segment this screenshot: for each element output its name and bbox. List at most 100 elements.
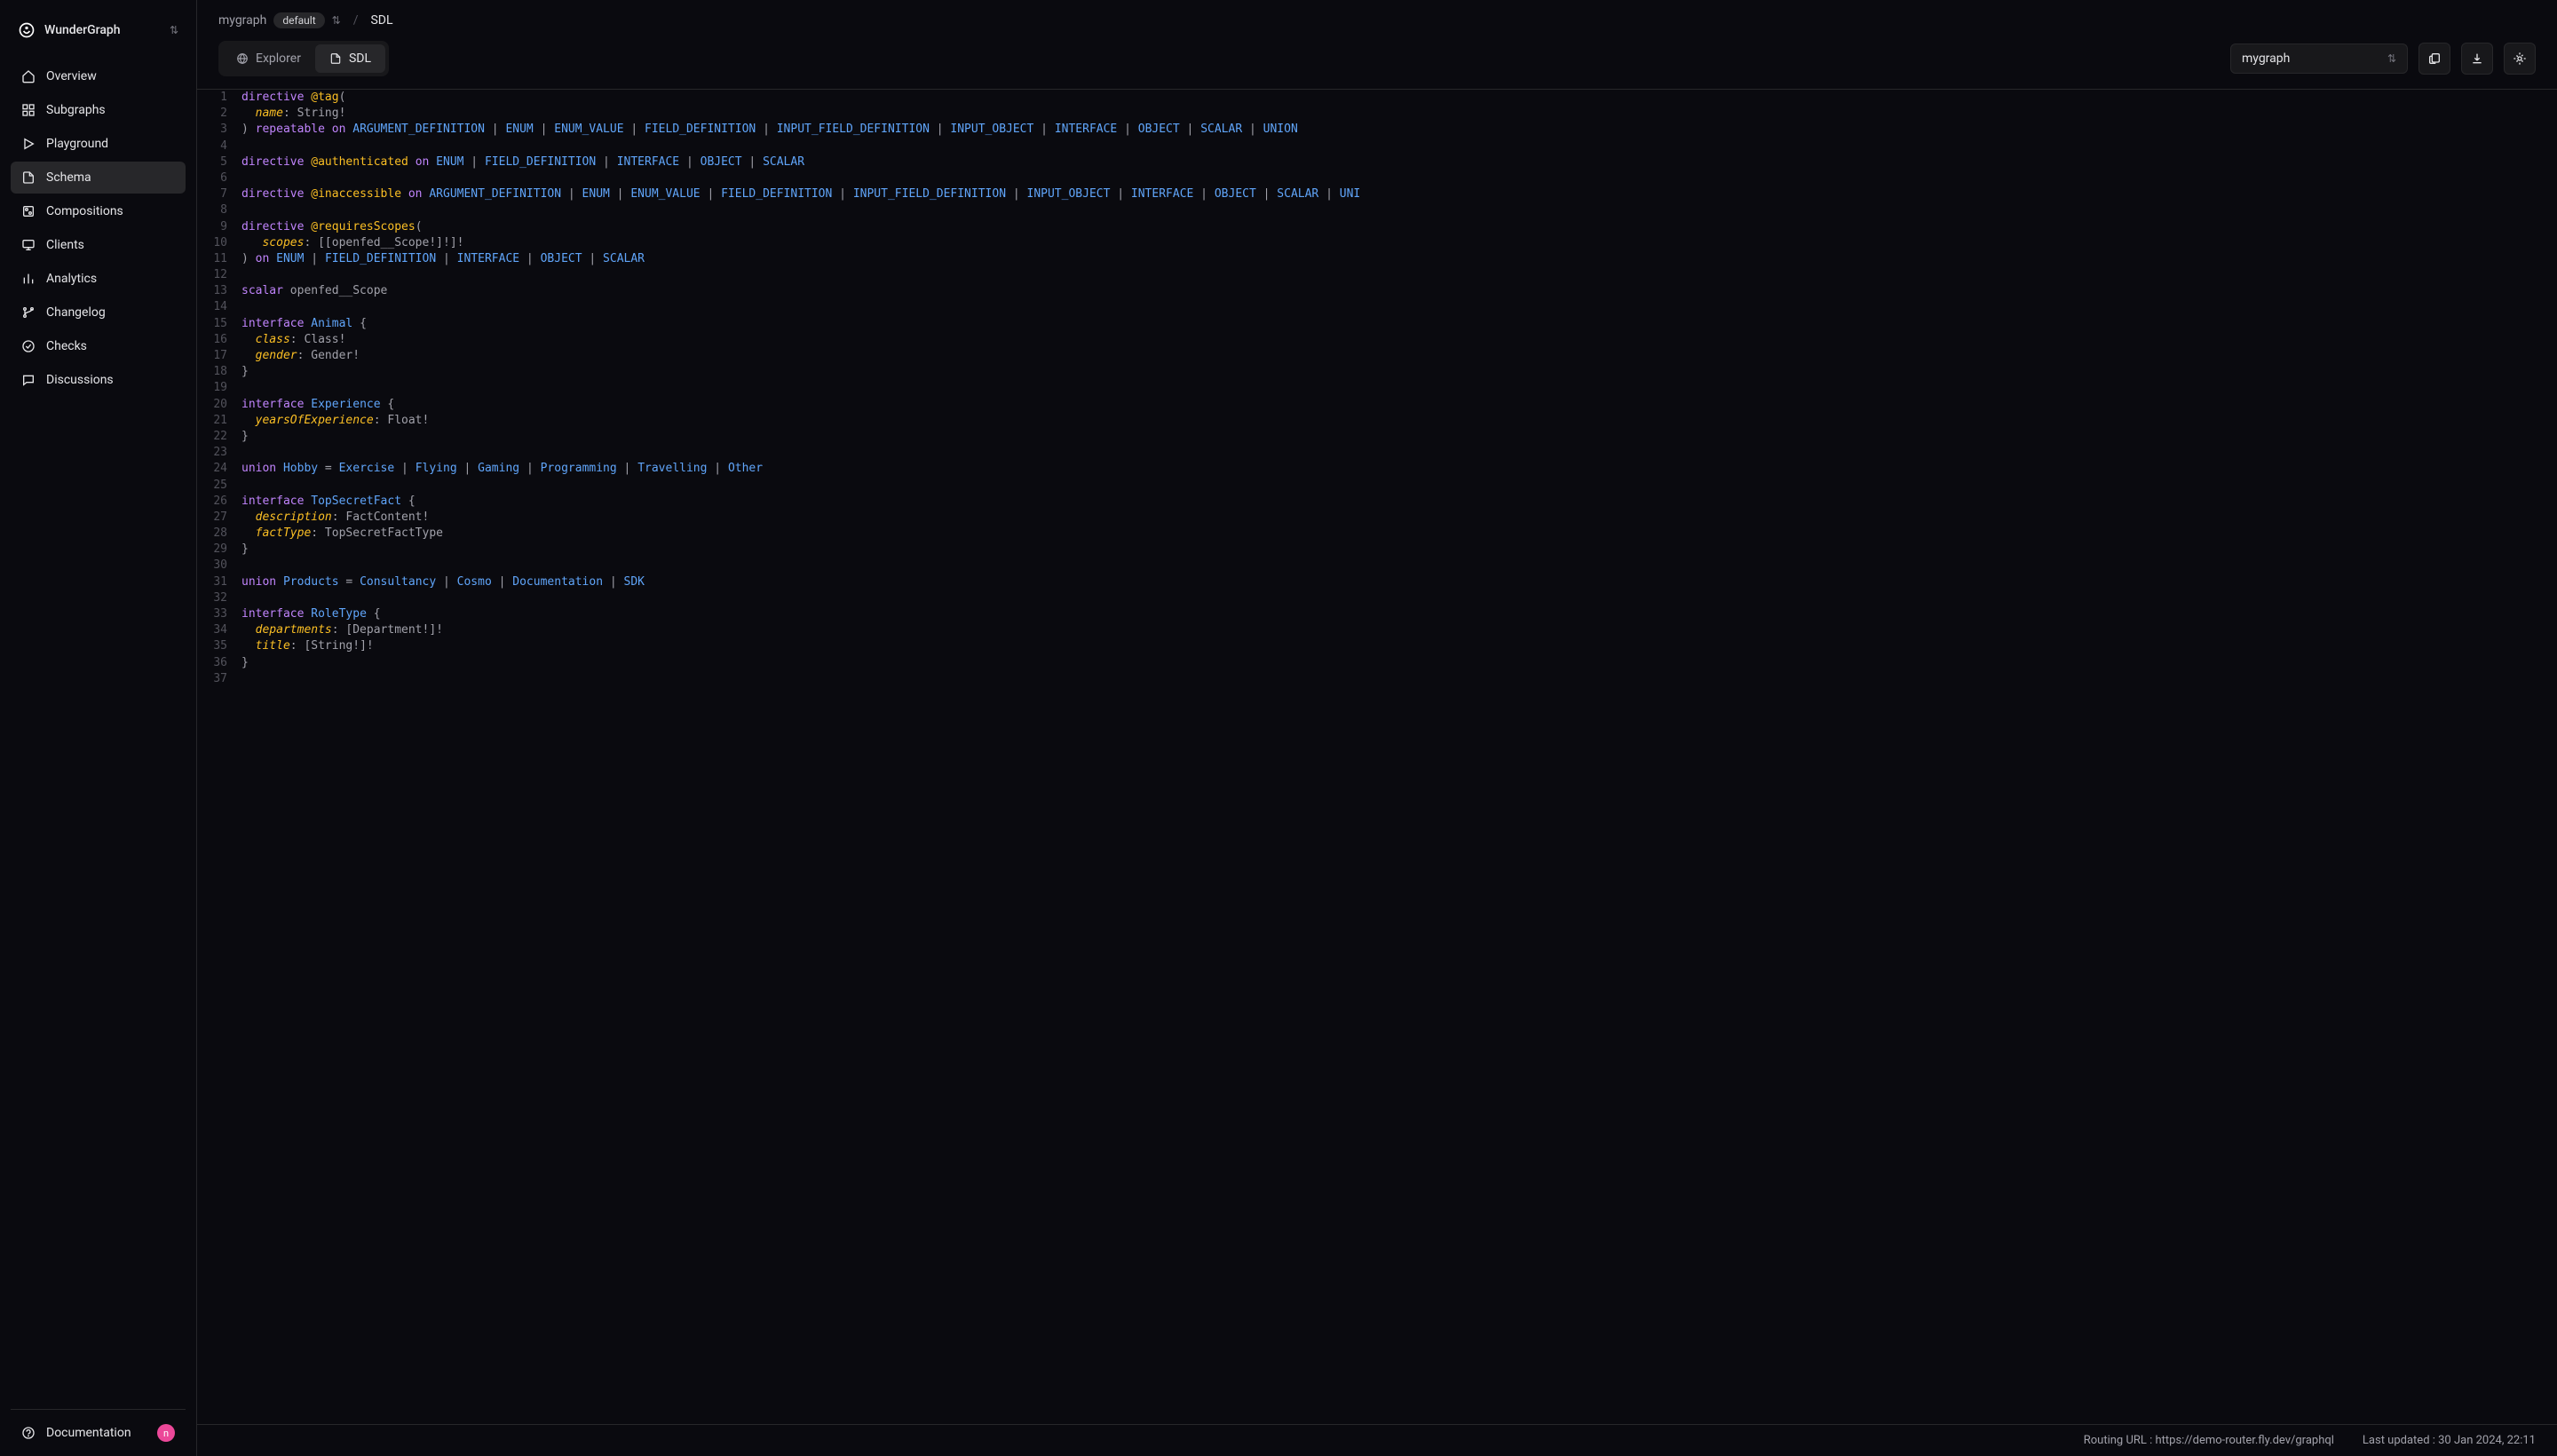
line-content bbox=[241, 299, 263, 315]
globe-icon bbox=[236, 52, 249, 65]
tab-group: Explorer SDL bbox=[218, 41, 389, 76]
line-content: interface Experience { bbox=[241, 397, 416, 413]
code-line: 33interface RoleType { bbox=[197, 606, 2557, 622]
line-number: 30 bbox=[197, 558, 241, 574]
line-content: } bbox=[241, 542, 270, 558]
breadcrumb: mygraph default ⇅ / SDL bbox=[197, 0, 2557, 41]
line-number: 14 bbox=[197, 299, 241, 315]
file-icon bbox=[329, 52, 342, 65]
code-line: 24union Hobby = Exercise | Flying | Gami… bbox=[197, 461, 2557, 477]
line-content: } bbox=[241, 655, 270, 671]
code-line: 8 bbox=[197, 202, 2557, 218]
routing-url: Routing URL : https://demo-router.fly.de… bbox=[2084, 1434, 2334, 1447]
chevron-updown-icon[interactable]: ⇅ bbox=[332, 14, 341, 27]
line-number: 22 bbox=[197, 429, 241, 445]
breadcrumb-badge[interactable]: default bbox=[273, 12, 324, 28]
line-content: union Hobby = Exercise | Flying | Gaming… bbox=[241, 461, 784, 477]
sidebar-nav: OverviewSubgraphs Playground SchemaComposi… bbox=[11, 60, 186, 1409]
line-content: class: Class! bbox=[241, 332, 367, 348]
line-content: description: FactContent! bbox=[241, 510, 450, 526]
avatar[interactable]: n bbox=[157, 1424, 175, 1442]
sidebar-item-subgraphs[interactable]: Subgraphs bbox=[11, 94, 186, 126]
code-line: 15interface Animal { bbox=[197, 316, 2557, 332]
settings-button[interactable] bbox=[2504, 43, 2536, 75]
code-line: 31union Products = Consultancy | Cosmo |… bbox=[197, 574, 2557, 590]
download-button[interactable] bbox=[2461, 43, 2493, 75]
line-content: departments: [Department!]! bbox=[241, 622, 464, 638]
copy-button[interactable] bbox=[2418, 43, 2450, 75]
sidebar-item-clients[interactable]: Clients bbox=[11, 229, 186, 261]
sidebar-item-changelog[interactable]: Changelog bbox=[11, 297, 186, 328]
documentation-link[interactable]: Documentation bbox=[21, 1426, 146, 1440]
line-content: ) repeatable on ARGUMENT_DEFINITION | EN… bbox=[241, 122, 1319, 138]
home-icon bbox=[21, 69, 36, 83]
sidebar-item-overview[interactable]: Overview bbox=[11, 60, 186, 92]
download-icon bbox=[2470, 51, 2484, 66]
code-line: 37 bbox=[197, 671, 2557, 687]
line-content: directive @tag( bbox=[241, 90, 367, 106]
tab-sdl[interactable]: SDL bbox=[315, 44, 385, 73]
main: mygraph default ⇅ / SDL Explorer SDL mygr… bbox=[197, 0, 2557, 1456]
line-number: 26 bbox=[197, 494, 241, 510]
code-line: 22} bbox=[197, 429, 2557, 445]
code-line: 3) repeatable on ARGUMENT_DEFINITION | E… bbox=[197, 122, 2557, 138]
line-number: 19 bbox=[197, 380, 241, 396]
line-content: directive @authenticated on ENUM | FIELD… bbox=[241, 154, 826, 170]
line-number: 8 bbox=[197, 202, 241, 218]
org-switcher[interactable]: WunderGraph ⇅ bbox=[11, 14, 186, 46]
org-name: WunderGraph bbox=[44, 23, 161, 37]
line-number: 3 bbox=[197, 122, 241, 138]
code-line: 25 bbox=[197, 478, 2557, 494]
line-content bbox=[241, 671, 263, 687]
sidebar-item-checks[interactable]: Checks bbox=[11, 330, 186, 362]
tab-explorer[interactable]: Explorer bbox=[222, 44, 315, 73]
line-number: 34 bbox=[197, 622, 241, 638]
line-content: interface Animal { bbox=[241, 316, 388, 332]
help-icon bbox=[21, 1426, 36, 1440]
sidebar-item-schema[interactable]: Schema bbox=[11, 162, 186, 194]
sidebar-item-discussions[interactable]: Discussions bbox=[11, 364, 186, 396]
line-content bbox=[241, 380, 263, 396]
line-number: 25 bbox=[197, 478, 241, 494]
line-content bbox=[241, 445, 263, 461]
sidebar-item-compositions[interactable]: Compositions bbox=[11, 195, 186, 227]
code-line: 10 scopes: [[openfed__Scope!]!]! bbox=[197, 235, 2557, 251]
code-line: 30 bbox=[197, 558, 2557, 574]
documentation-label: Documentation bbox=[46, 1426, 131, 1440]
tab-label: Explorer bbox=[256, 51, 301, 66]
line-number: 29 bbox=[197, 542, 241, 558]
line-content: interface TopSecretFact { bbox=[241, 494, 437, 510]
branch-icon bbox=[21, 305, 36, 320]
line-number: 5 bbox=[197, 154, 241, 170]
line-number: 28 bbox=[197, 526, 241, 542]
play-icon bbox=[21, 137, 36, 151]
breadcrumb-current: SDL bbox=[370, 13, 392, 28]
graph-select-value: mygraph bbox=[2242, 51, 2290, 66]
code-line: 1directive @tag( bbox=[197, 90, 2557, 106]
code-line: 5directive @authenticated on ENUM | FIEL… bbox=[197, 154, 2557, 170]
line-number: 16 bbox=[197, 332, 241, 348]
line-number: 7 bbox=[197, 186, 241, 202]
line-number: 1 bbox=[197, 90, 241, 106]
gear-icon bbox=[2513, 51, 2527, 66]
sidebar-item-label: Clients bbox=[46, 238, 84, 252]
check-icon bbox=[21, 339, 36, 353]
code-editor[interactable]: 1directive @tag(2 name: String!3) repeat… bbox=[197, 89, 2557, 1424]
breadcrumb-graph[interactable]: mygraph bbox=[218, 13, 266, 28]
file-icon bbox=[21, 170, 36, 185]
code-line: 29} bbox=[197, 542, 2557, 558]
sidebar-item-playground[interactable]: Playground bbox=[11, 128, 186, 160]
line-number: 35 bbox=[197, 638, 241, 654]
code-line: 16 class: Class! bbox=[197, 332, 2557, 348]
line-content bbox=[241, 558, 263, 574]
sidebar-item-label: Checks bbox=[46, 339, 87, 353]
sidebar-item-label: Playground bbox=[46, 137, 108, 151]
sidebar-item-analytics[interactable]: Analytics bbox=[11, 263, 186, 295]
code-line: 4 bbox=[197, 138, 2557, 154]
sidebar-item-label: Analytics bbox=[46, 272, 97, 286]
line-content bbox=[241, 202, 263, 218]
code-line: 19 bbox=[197, 380, 2557, 396]
graph-select[interactable]: mygraph ⇅ bbox=[2230, 44, 2408, 74]
line-content: yearsOfExperience: Float! bbox=[241, 413, 450, 429]
line-number: 21 bbox=[197, 413, 241, 429]
